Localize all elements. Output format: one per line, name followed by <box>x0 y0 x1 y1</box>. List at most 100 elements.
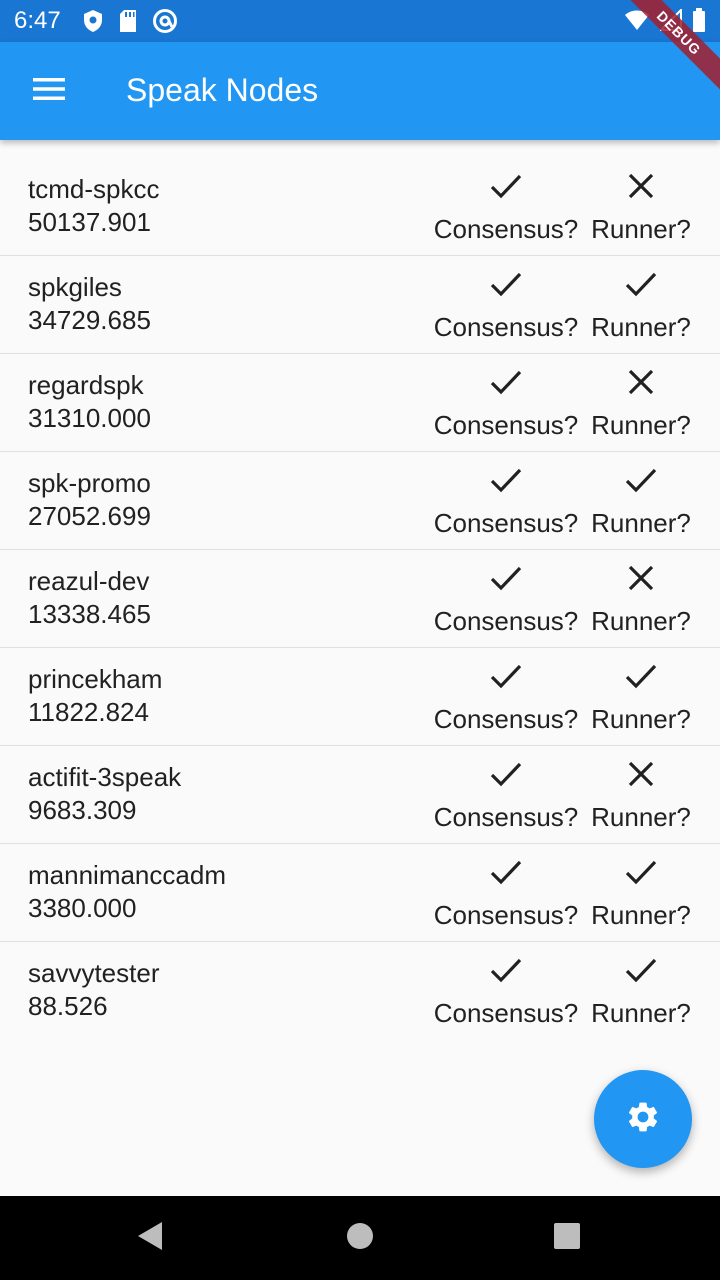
runner-indicator: Runner? <box>590 756 692 833</box>
consensus-label: Consensus? <box>433 410 579 440</box>
check-icon <box>488 658 524 694</box>
runner-indicator: Runner? <box>590 266 692 343</box>
runner-label: Runner? <box>591 802 691 832</box>
settings-fab[interactable] <box>594 1070 692 1168</box>
runner-label: Runner? <box>591 998 691 1028</box>
check-icon <box>488 364 524 400</box>
nav-bar <box>0 1196 720 1280</box>
list-item[interactable]: regardspk 31310.000 Consensus? Runner? <box>0 354 720 452</box>
node-name: savvytester <box>28 958 160 988</box>
recents-button[interactable] <box>547 1218 587 1258</box>
sd-card-icon <box>118 9 138 33</box>
node-name: actifit-3speak <box>28 762 182 792</box>
runner-label: Runner? <box>591 410 691 440</box>
check-icon <box>623 266 659 302</box>
list-item[interactable]: savvytester 88.526 Consensus? Runner? <box>0 942 720 1039</box>
check-icon <box>488 854 524 890</box>
consensus-label: Consensus? <box>433 704 579 734</box>
check-icon <box>488 168 524 204</box>
check-icon <box>488 266 524 302</box>
check-icon <box>623 952 659 988</box>
gear-icon <box>625 1099 661 1140</box>
node-name: spk-promo <box>28 468 151 498</box>
status-left-icons <box>82 8 178 34</box>
runner-indicator: Runner? <box>590 560 692 637</box>
node-value: 34729.685 <box>28 305 151 335</box>
list-item[interactable]: spkgiles 34729.685 Consensus? Runner? <box>0 256 720 354</box>
node-name: mannimanccadm <box>28 860 226 890</box>
runner-indicator: Runner? <box>590 168 692 245</box>
check-icon <box>623 658 659 694</box>
consensus-label: Consensus? <box>433 312 579 342</box>
runner-label: Runner? <box>591 214 691 244</box>
list-item[interactable]: reazul-dev 13338.465 Consensus? Runner? <box>0 550 720 648</box>
runner-label: Runner? <box>591 900 691 930</box>
node-value: 13338.465 <box>28 599 151 629</box>
status-time: 6:47 <box>14 7 61 34</box>
list-item[interactable]: tcmd-spkcc 50137.901 Consensus? Runner? <box>0 158 720 256</box>
consensus-label: Consensus? <box>433 606 579 636</box>
consensus-indicator: Consensus? <box>430 266 582 343</box>
runner-indicator: Runner? <box>590 854 692 931</box>
consensus-indicator: Consensus? <box>430 168 582 245</box>
close-icon <box>623 756 659 792</box>
list-item[interactable]: actifit-3speak 9683.309 Consensus? Runner? <box>0 746 720 844</box>
node-name: tcmd-spkcc <box>28 174 160 204</box>
check-icon <box>623 462 659 498</box>
runner-label: Runner? <box>591 606 691 636</box>
node-list: tcmd-spkcc 50137.901 Consensus? Runner? spkg… <box>0 158 720 1039</box>
check-icon <box>488 462 524 498</box>
runner-indicator: Runner? <box>590 364 692 441</box>
battery-icon <box>692 8 706 32</box>
recents-icon <box>553 1222 581 1255</box>
consensus-label: Consensus? <box>433 508 579 538</box>
consensus-indicator: Consensus? <box>430 560 582 637</box>
back-icon <box>136 1221 164 1256</box>
runner-label: Runner? <box>591 312 691 342</box>
status-bar: 6:47 <box>0 0 720 42</box>
node-value: 50137.901 <box>28 207 151 237</box>
node-name: regardspk <box>28 370 144 400</box>
runner-indicator: Runner? <box>590 658 692 735</box>
at-icon <box>152 8 178 34</box>
page-title: Speak Nodes <box>126 72 319 108</box>
consensus-indicator: Consensus? <box>430 854 582 931</box>
close-icon <box>623 560 659 596</box>
check-icon <box>488 560 524 596</box>
node-name: reazul-dev <box>28 566 150 596</box>
consensus-indicator: Consensus? <box>430 364 582 441</box>
menu-button[interactable] <box>21 63 77 119</box>
list-item[interactable]: spk-promo 27052.699 Consensus? Runner? <box>0 452 720 550</box>
node-value: 27052.699 <box>28 501 151 531</box>
consensus-indicator: Consensus? <box>430 952 582 1029</box>
consensus-label: Consensus? <box>433 900 579 930</box>
shield-icon <box>82 9 104 33</box>
node-value: 11822.824 <box>28 697 149 727</box>
menu-icon <box>33 77 65 106</box>
consensus-indicator: Consensus? <box>430 462 582 539</box>
node-name: princekham <box>28 664 163 694</box>
close-icon <box>623 364 659 400</box>
consensus-indicator: Consensus? <box>430 658 582 735</box>
consensus-label: Consensus? <box>433 802 579 832</box>
runner-label: Runner? <box>591 508 691 538</box>
screen: 6:47 DEBUG Speak Nodes tcmd-spkcc 50137.… <box>0 0 720 1280</box>
home-icon <box>346 1222 374 1255</box>
consensus-label: Consensus? <box>433 214 579 244</box>
consensus-indicator: Consensus? <box>430 756 582 833</box>
check-icon <box>488 756 524 792</box>
back-button[interactable] <box>130 1218 170 1258</box>
check-icon <box>623 854 659 890</box>
consensus-label: Consensus? <box>433 998 579 1028</box>
list-item[interactable]: mannimanccadm 3380.000 Consensus? Runner? <box>0 844 720 942</box>
close-icon <box>623 168 659 204</box>
node-value: 3380.000 <box>28 893 137 923</box>
app-bar: Speak Nodes <box>0 42 720 140</box>
node-value: 31310.000 <box>28 403 151 433</box>
runner-label: Runner? <box>591 704 691 734</box>
runner-indicator: Runner? <box>590 462 692 539</box>
list-item[interactable]: princekham 11822.824 Consensus? Runner? <box>0 648 720 746</box>
runner-indicator: Runner? <box>590 952 692 1029</box>
home-button[interactable] <box>340 1218 380 1258</box>
check-icon <box>488 952 524 988</box>
